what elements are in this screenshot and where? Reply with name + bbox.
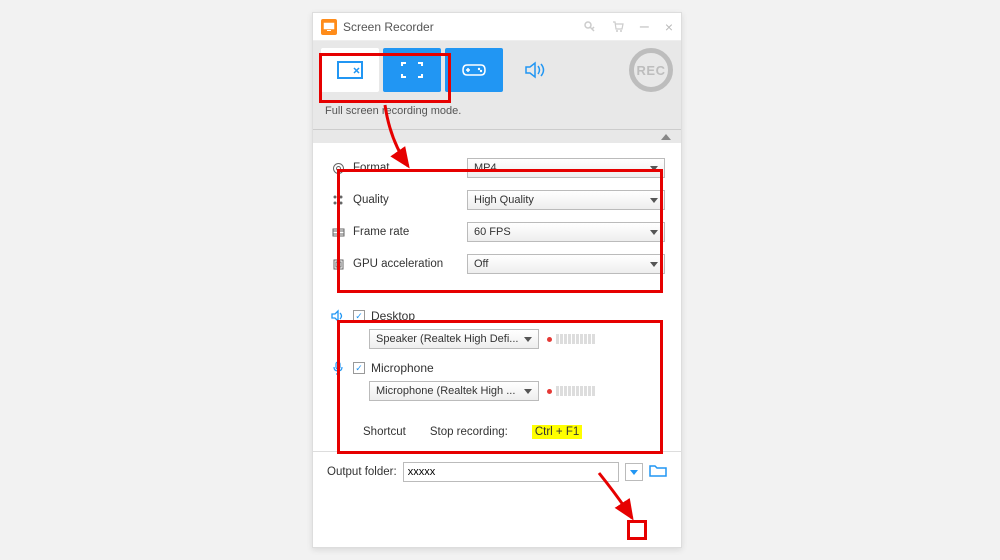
gpu-label: GPU acceleration [347, 258, 467, 270]
chevron-up-icon [661, 134, 671, 140]
chevron-down-icon [630, 470, 638, 475]
quality-dropdown[interactable]: High Quality [467, 190, 665, 210]
microphone-icon [329, 361, 347, 375]
app-logo-icon [321, 19, 337, 35]
gpu-dropdown[interactable]: Off [467, 254, 665, 274]
mode-toolbar: REC [313, 41, 681, 99]
shortcut-label: Shortcut [363, 426, 406, 438]
audio-panel: ✓ Desktop Speaker (Realtek High Defi... … [313, 303, 681, 409]
desktop-device-dropdown[interactable]: Speaker (Realtek High Defi... [369, 329, 539, 349]
chevron-down-icon [650, 262, 658, 267]
quality-row: Quality High Quality [329, 189, 665, 211]
video-settings-panel: Format MP4 Quality High Quality Frame ra… [313, 143, 681, 289]
titlebar-controls: – × [584, 18, 673, 36]
speaker-icon [329, 309, 347, 323]
audio-mode-button[interactable] [507, 48, 565, 92]
quality-label: Quality [347, 194, 467, 206]
key-icon[interactable] [584, 21, 596, 33]
record-button[interactable]: REC [629, 48, 673, 92]
desktop-audio-header: ✓ Desktop [329, 309, 665, 323]
format-row: Format MP4 [329, 157, 665, 179]
stop-recording-label: Stop recording: [430, 426, 508, 438]
output-folder-input[interactable] [403, 462, 619, 482]
mic-audio-header: ✓ Microphone [329, 361, 665, 375]
output-label: Output folder: [327, 466, 397, 478]
desktop-vu-meter [547, 334, 595, 344]
film-icon [329, 226, 347, 239]
chevron-down-icon [524, 337, 532, 342]
titlebar: Screen Recorder – × [313, 13, 681, 41]
gpu-row: GPU acceleration Off [329, 253, 665, 275]
chevron-down-icon [650, 230, 658, 235]
mode-description: Full screen recording mode. [313, 99, 681, 129]
shortcut-row: Shortcut Stop recording: Ctrl + F1 [313, 409, 681, 451]
desktop-device-row: Speaker (Realtek High Defi... [369, 329, 665, 349]
game-mode-button[interactable] [445, 48, 503, 92]
format-dropdown[interactable]: MP4 [467, 158, 665, 178]
mic-vu-meter [547, 386, 595, 396]
shortcut-hotkey: Ctrl + F1 [532, 425, 582, 439]
region-mode-button[interactable] [321, 48, 379, 92]
desktop-audio-checkbox[interactable]: ✓ [353, 310, 365, 322]
gear-icon [329, 162, 347, 175]
framerate-dropdown[interactable]: 60 FPS [467, 222, 665, 242]
chevron-down-icon [650, 166, 658, 171]
minimize-icon[interactable]: – [640, 18, 649, 36]
format-label: Format [347, 162, 467, 174]
output-row: Output folder: [313, 451, 681, 492]
mic-device-dropdown[interactable]: Microphone (Realtek High ... [369, 381, 539, 401]
toolbar-area: REC Full screen recording mode. [313, 41, 681, 143]
fullscreen-mode-button[interactable] [383, 48, 441, 92]
app-title: Screen Recorder [343, 20, 434, 34]
mic-audio-checkbox[interactable]: ✓ [353, 362, 365, 374]
chevron-down-icon [650, 198, 658, 203]
cart-icon[interactable] [612, 21, 624, 33]
chevron-down-icon [524, 389, 532, 394]
mic-device-row: Microphone (Realtek High ... [369, 381, 665, 401]
framerate-row: Frame rate 60 FPS [329, 221, 665, 243]
desktop-audio-label: Desktop [371, 309, 415, 323]
framerate-label: Frame rate [347, 226, 467, 238]
chip-icon [329, 258, 347, 271]
collapse-bar[interactable] [313, 129, 681, 143]
mic-audio-label: Microphone [371, 361, 434, 375]
close-icon[interactable]: × [665, 19, 673, 35]
app-window: Screen Recorder – × REC Full screen reco… [312, 12, 682, 548]
output-history-dropdown[interactable] [625, 463, 643, 481]
quality-icon [329, 194, 347, 207]
browse-folder-icon[interactable] [649, 464, 667, 481]
